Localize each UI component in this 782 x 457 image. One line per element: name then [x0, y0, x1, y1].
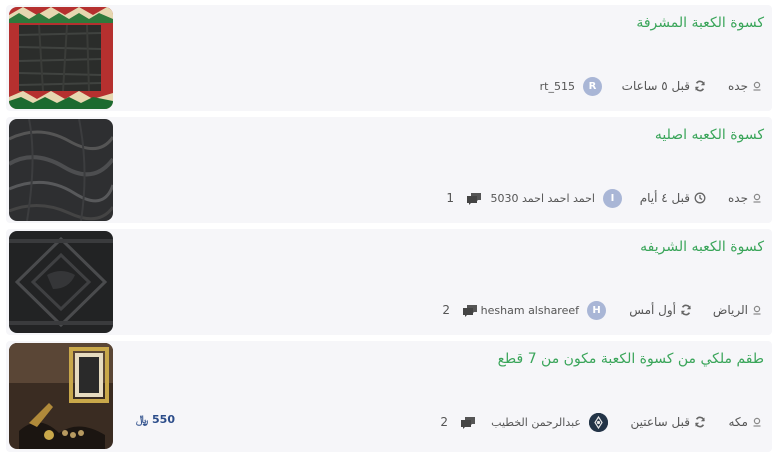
comment-count: 2: [442, 303, 450, 317]
listing-username[interactable]: rt_515: [540, 80, 575, 93]
listing-user[interactable]: R rt_515: [540, 75, 602, 97]
listing-location: مكه: [729, 411, 763, 433]
listing-thumbnail[interactable]: [9, 119, 113, 221]
listing-price: 550 ﷼: [136, 413, 175, 426]
listing-location: جده: [728, 75, 762, 97]
listing-time-text: أول أمس: [629, 303, 676, 317]
listing-thumbnail[interactable]: [9, 231, 113, 333]
comments-icon: [463, 304, 477, 317]
listing-comments[interactable]: 2: [442, 299, 478, 321]
refresh-icon: [695, 80, 705, 92]
avatar[interactable]: R: [583, 76, 602, 96]
listing-city: جده: [727, 191, 748, 205]
listing-card[interactable]: طقم ملكي من كسوة الكعبة مكون من 7 قطع مك…: [6, 341, 772, 452]
listing-username[interactable]: hesham alshareef: [481, 304, 579, 317]
avatar[interactable]: [589, 412, 608, 432]
listing-card[interactable]: كسوة الكعبة المشرفة جده قبل ٥ ساعات R rt…: [6, 5, 772, 111]
emblem-icon: [589, 412, 608, 432]
listing-time-text: قبل ساعتين: [630, 415, 690, 429]
listing-time-text: قبل ٥ ساعات: [621, 79, 690, 93]
location-pin-icon: [753, 81, 761, 91]
listing-time: قبل ساعتين: [630, 411, 706, 433]
listing-username[interactable]: احمد احمد احمد 5030: [491, 192, 595, 205]
listing-comments[interactable]: 2: [440, 411, 476, 433]
listing-city: مكه: [728, 415, 749, 429]
clock-icon: [694, 192, 706, 204]
listing-time: قبل ٥ ساعات: [622, 75, 706, 97]
location-pin-icon: [753, 305, 761, 315]
location-pin-icon: [753, 417, 761, 427]
comments-icon: [467, 192, 481, 205]
listing-time-text: قبل ٤ أيام: [639, 191, 690, 205]
listing-title[interactable]: طقم ملكي من كسوة الكعبة مكون من 7 قطع: [498, 351, 764, 367]
listing-location: الرياض: [713, 299, 762, 321]
listing-title[interactable]: كسوة الكعبه الشريفه: [640, 239, 764, 255]
comment-count: 1: [446, 191, 454, 205]
listing-time: قبل ٤ أيام: [640, 187, 706, 209]
refresh-icon: [695, 416, 705, 428]
listing-user[interactable]: عبدالرحمن الخطيب: [491, 411, 608, 433]
listing-thumbnail[interactable]: [9, 343, 113, 449]
avatar[interactable]: H: [587, 300, 606, 320]
comment-count: 2: [440, 415, 448, 429]
location-pin-icon: [753, 193, 761, 203]
listing-location: جده: [728, 187, 762, 209]
listing-comments[interactable]: 1: [446, 187, 482, 209]
listing-title[interactable]: كسوة الكعبه اصليه: [655, 127, 764, 143]
listing-card[interactable]: كسوة الكعبه الشريفه الرياض أول أمس H hes…: [6, 229, 772, 335]
listing-thumbnail[interactable]: [9, 7, 113, 109]
comments-icon: [461, 416, 475, 429]
listing-time: أول أمس: [629, 299, 692, 321]
avatar[interactable]: I: [603, 188, 622, 208]
listing-username[interactable]: عبدالرحمن الخطيب: [491, 416, 581, 429]
listing-city: الرياض: [712, 303, 748, 317]
listing-user[interactable]: H hesham alshareef: [481, 299, 606, 321]
refresh-icon: [681, 304, 691, 316]
listing-card[interactable]: كسوة الكعبه اصليه جده قبل ٤ أيام I احمد …: [6, 117, 772, 223]
listing-user[interactable]: I احمد احمد احمد 5030: [491, 187, 622, 209]
listing-title[interactable]: كسوة الكعبة المشرفة: [636, 15, 764, 31]
listing-city: جده: [727, 79, 748, 93]
listing-list: كسوة الكعبة المشرفة جده قبل ٥ ساعات R rt…: [0, 0, 782, 457]
